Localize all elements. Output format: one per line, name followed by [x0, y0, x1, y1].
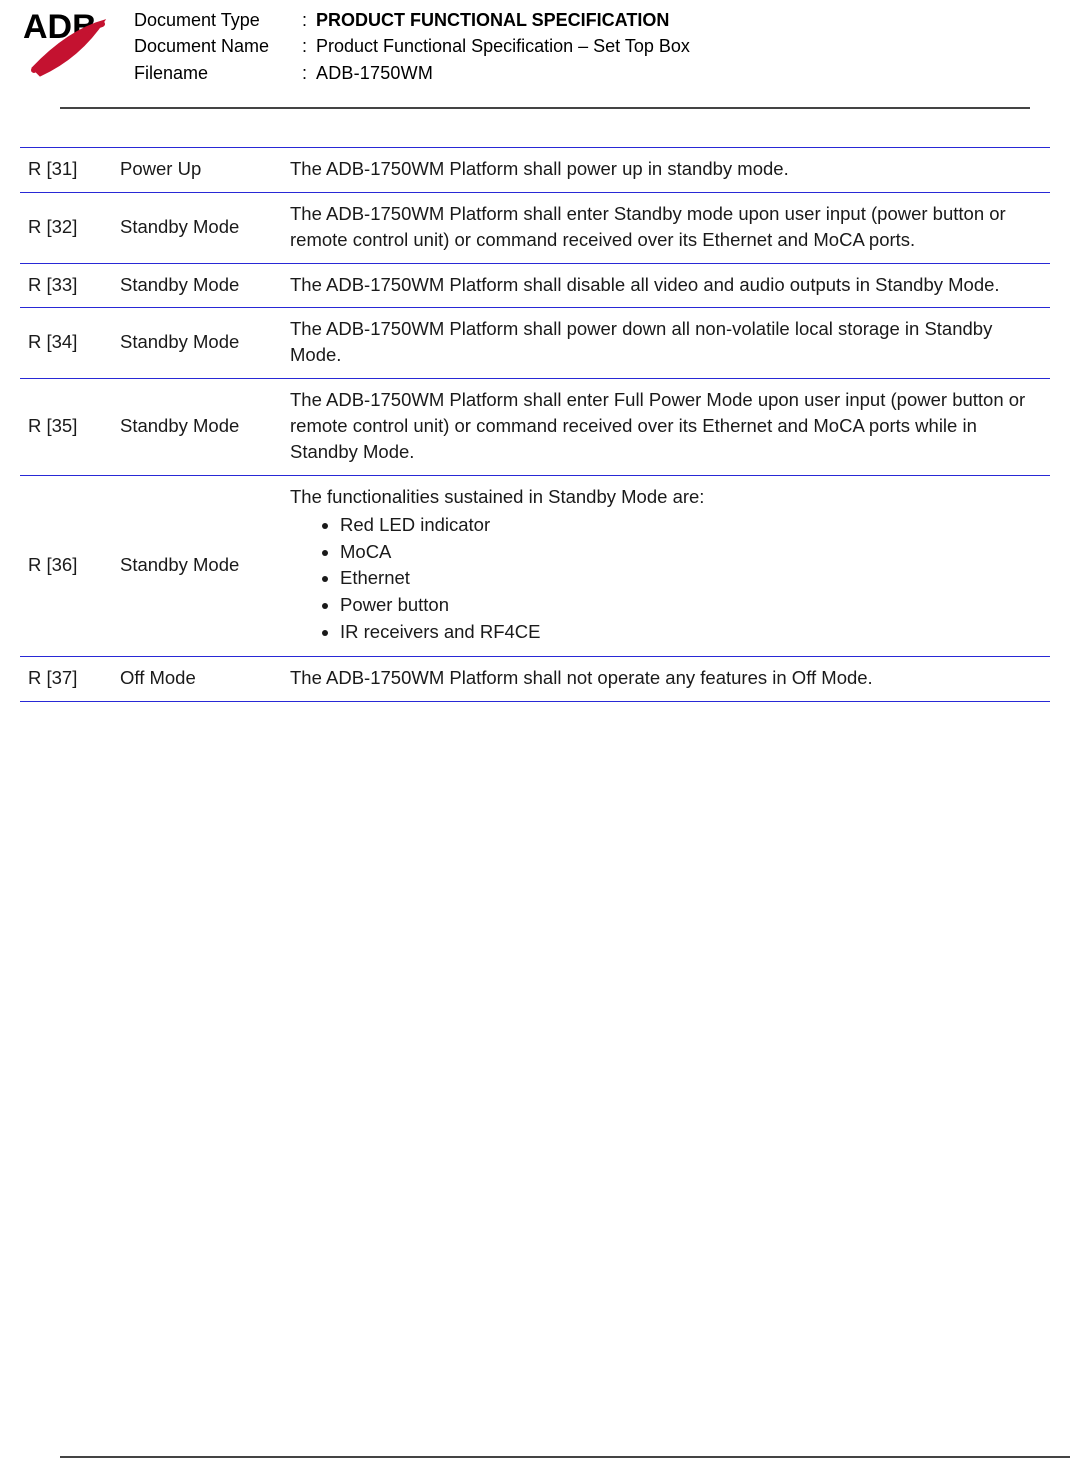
req-id: R [34]: [20, 308, 112, 379]
meta-row-doc-type: Document Type : PRODUCT FUNCTIONAL SPECI…: [134, 8, 690, 32]
document-meta: Document Type : PRODUCT FUNCTIONAL SPECI…: [134, 8, 690, 85]
req-desc-intro: The functionalities sustained in Standby…: [290, 484, 1042, 510]
list-item: Ethernet: [340, 565, 1042, 592]
meta-label: Document Type: [134, 8, 302, 32]
req-category: Standby Mode: [112, 263, 282, 308]
req-description: The ADB-1750WM Platform shall enter Stan…: [282, 192, 1050, 263]
table-row: R [32]Standby ModeThe ADB-1750WM Platfor…: [20, 192, 1050, 263]
meta-colon: :: [302, 61, 316, 85]
table-row: R [36]Standby Mode The functionalities su…: [20, 475, 1050, 656]
meta-value-doc-type: PRODUCT FUNCTIONAL SPECIFICATION: [316, 8, 669, 32]
list-item: MoCA: [340, 539, 1042, 566]
req-id: R [33]: [20, 263, 112, 308]
requirements-table: R [31]Power UpThe ADB-1750WM Platform sh…: [20, 147, 1050, 702]
table-row: R [35]Standby ModeThe ADB-1750WM Platfor…: [20, 379, 1050, 476]
req-desc-list: Red LED indicatorMoCAEthernetPower butto…: [290, 512, 1042, 646]
req-id: R [35]: [20, 379, 112, 476]
meta-label: Document Name: [134, 34, 302, 58]
list-item: IR receivers and RF4CE: [340, 619, 1042, 646]
meta-colon: :: [302, 34, 316, 58]
list-item: Power button: [340, 592, 1042, 619]
requirements-section: R [31]Power UpThe ADB-1750WM Platform sh…: [20, 109, 1070, 702]
list-item: Red LED indicator: [340, 512, 1042, 539]
req-category: Standby Mode: [112, 379, 282, 476]
table-row: R [34]Standby ModeThe ADB-1750WM Platfor…: [20, 308, 1050, 379]
meta-row-doc-name: Document Name : Product Functional Speci…: [134, 34, 690, 58]
req-description: The ADB-1750WM Platform shall enter Full…: [282, 379, 1050, 476]
table-row: R [37]Off ModeThe ADB-1750WM Platform sh…: [20, 656, 1050, 701]
req-category: Standby Mode: [112, 308, 282, 379]
req-description: The ADB-1750WM Platform shall power up i…: [282, 147, 1050, 192]
req-category: Standby Mode: [112, 475, 282, 656]
req-category: Standby Mode: [112, 192, 282, 263]
footer-divider: [60, 1456, 1070, 1458]
meta-colon: :: [302, 8, 316, 32]
adb-logo: ADB: [20, 8, 116, 82]
meta-row-filename: Filename : ADB-1750WM: [134, 61, 690, 85]
req-description: The ADB-1750WM Platform shall not operat…: [282, 656, 1050, 701]
meta-label: Filename: [134, 61, 302, 85]
table-row: R [31]Power UpThe ADB-1750WM Platform sh…: [20, 147, 1050, 192]
req-category: Off Mode: [112, 656, 282, 701]
req-category: Power Up: [112, 147, 282, 192]
meta-value-doc-name: Product Functional Specification – Set T…: [316, 34, 690, 58]
req-id: R [31]: [20, 147, 112, 192]
req-id: R [37]: [20, 656, 112, 701]
req-description: The ADB-1750WM Platform shall power down…: [282, 308, 1050, 379]
table-row: R [33]Standby ModeThe ADB-1750WM Platfor…: [20, 263, 1050, 308]
req-id: R [32]: [20, 192, 112, 263]
req-id: R [36]: [20, 475, 112, 656]
req-description: The functionalities sustained in Standby…: [282, 475, 1050, 656]
meta-value-filename: ADB-1750WM: [316, 61, 433, 85]
document-header: ADB Document Type : PRODUCT FUNCTIONAL S…: [20, 8, 1070, 103]
req-description: The ADB-1750WM Platform shall disable al…: [282, 263, 1050, 308]
